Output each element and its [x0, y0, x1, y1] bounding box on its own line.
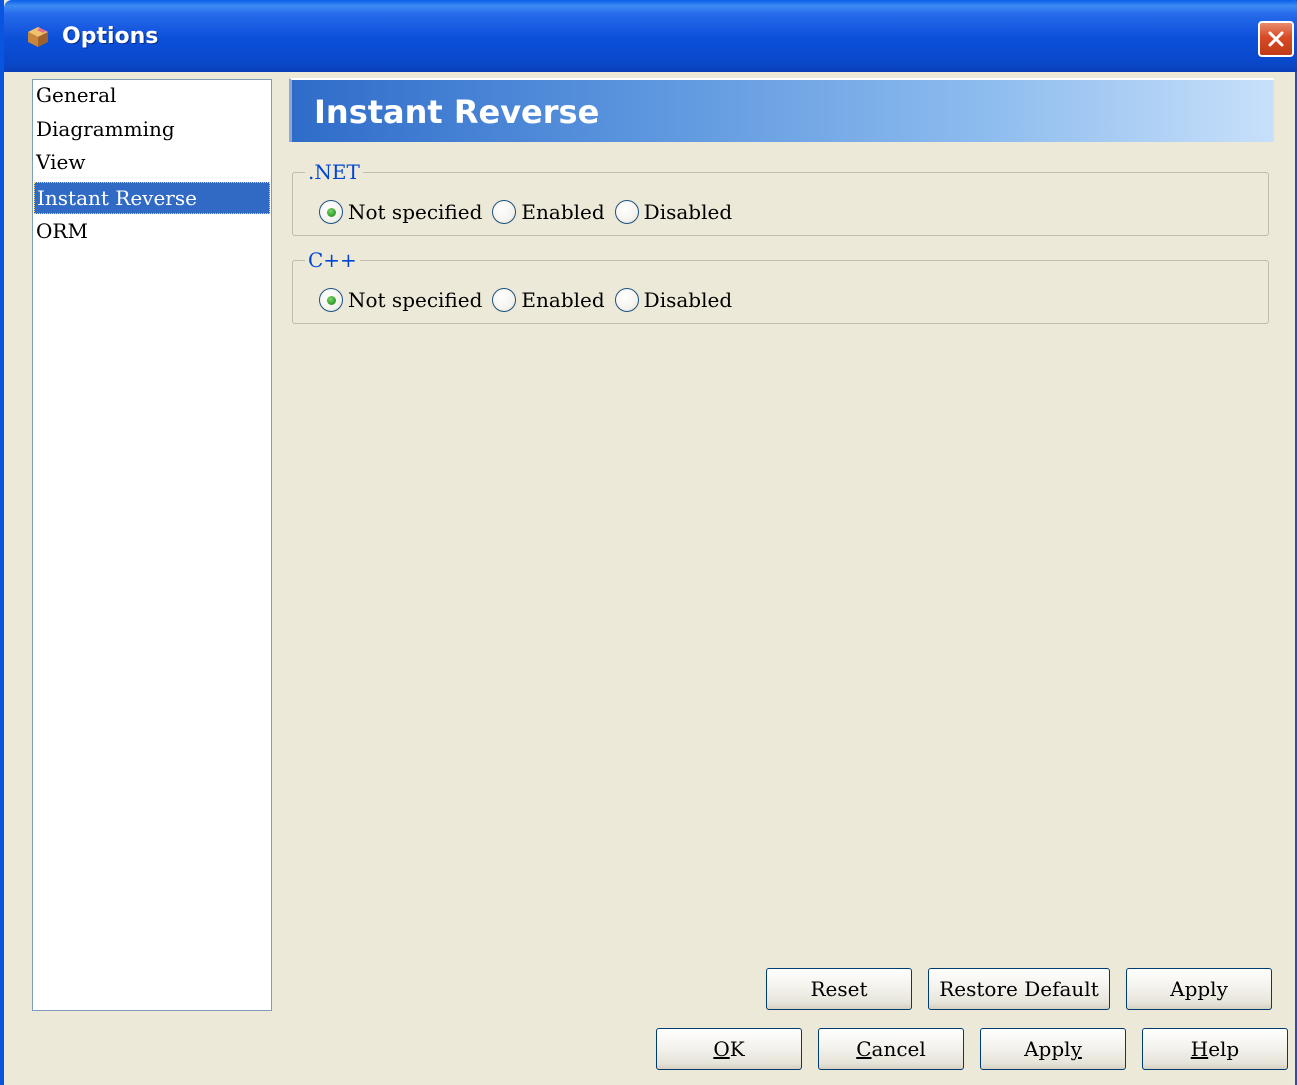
- section-header: Instant Reverse: [289, 78, 1274, 142]
- ok-label-rest: K: [729, 1037, 745, 1061]
- radio-label: Not specified: [348, 288, 483, 312]
- nav-item-orm[interactable]: ORM: [34, 216, 270, 248]
- apply-mnemonic: y: [1070, 1037, 1082, 1061]
- ok-button[interactable]: OK: [656, 1028, 802, 1070]
- dotnet-enabled-radio[interactable]: Enabled: [492, 200, 605, 224]
- close-button[interactable]: [1258, 21, 1294, 57]
- cpp-disabled-radio[interactable]: Disabled: [614, 288, 733, 312]
- radio-dot-icon: [326, 207, 336, 217]
- title-bar[interactable]: Options: [4, 0, 1297, 72]
- options-dialog: Options General Diagramming View Instant…: [0, 0, 1297, 1085]
- cpp-radio-group: Not specified Enabled Disabled: [319, 283, 742, 317]
- help-mnemonic: H: [1190, 1037, 1209, 1061]
- radio-label: Disabled: [643, 200, 733, 224]
- dotnet-disabled-radio[interactable]: Disabled: [614, 200, 733, 224]
- nav-item-view[interactable]: View: [34, 147, 270, 179]
- dotnet-radio-group: Not specified Enabled Disabled: [319, 195, 742, 229]
- cpp-not-specified-radio[interactable]: Not specified: [319, 288, 482, 312]
- radio-unselected-icon[interactable]: [614, 288, 639, 312]
- apply-label-rest: Appl: [1024, 1037, 1071, 1061]
- nav-item-general[interactable]: General: [34, 80, 270, 112]
- app-cube-icon: [28, 27, 48, 47]
- options-category-list[interactable]: General Diagramming View Instant Reverse…: [32, 79, 272, 1011]
- radio-selected-icon[interactable]: [319, 200, 343, 224]
- radio-selected-icon[interactable]: [319, 288, 343, 312]
- window-title: Options: [62, 24, 159, 49]
- radio-label: Enabled: [521, 200, 605, 224]
- dotnet-not-specified-radio[interactable]: Not specified: [319, 200, 482, 224]
- radio-label: Enabled: [521, 288, 605, 312]
- dotnet-group: .NET Not specified Enabled Disabled: [292, 160, 1269, 236]
- reset-button[interactable]: Reset: [766, 968, 912, 1010]
- cancel-button[interactable]: Cancel: [818, 1028, 964, 1070]
- radio-unselected-icon[interactable]: [492, 288, 517, 312]
- ok-mnemonic: O: [713, 1037, 730, 1061]
- dialog-apply-button[interactable]: Appl y: [980, 1028, 1126, 1070]
- nav-item-diagramming[interactable]: Diagramming: [34, 114, 270, 146]
- close-icon: [1268, 31, 1284, 47]
- help-button[interactable]: Help: [1142, 1028, 1288, 1070]
- dotnet-group-legend: .NET: [305, 160, 363, 184]
- nav-item-instant-reverse[interactable]: Instant Reverse: [34, 182, 270, 214]
- radio-label: Disabled: [643, 288, 733, 312]
- radio-dot-icon: [326, 295, 336, 305]
- cpp-enabled-radio[interactable]: Enabled: [492, 288, 605, 312]
- cpp-group: C++ Not specified Enabled Disabled: [292, 248, 1269, 324]
- help-label-rest: elp: [1208, 1037, 1240, 1061]
- restore-default-button[interactable]: Restore Default: [928, 968, 1110, 1010]
- radio-unselected-icon[interactable]: [492, 200, 517, 224]
- cancel-label-rest: ancel: [871, 1037, 926, 1061]
- radio-unselected-icon[interactable]: [614, 200, 639, 224]
- cpp-group-legend: C++: [305, 248, 360, 272]
- cancel-mnemonic: C: [856, 1037, 872, 1061]
- panel-apply-button[interactable]: Apply: [1126, 968, 1272, 1010]
- page-title: Instant Reverse: [314, 93, 600, 131]
- radio-label: Not specified: [348, 200, 483, 224]
